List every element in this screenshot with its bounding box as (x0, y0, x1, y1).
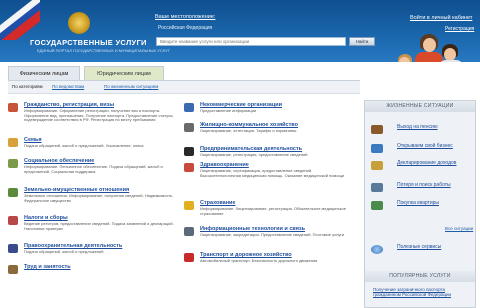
business-icon (184, 147, 194, 156)
police-icon (8, 244, 18, 253)
popular-services-heading: ПОПУЛЯРНЫЕ УСЛУГИ (365, 271, 475, 282)
insurance-icon (184, 201, 194, 210)
passport-icon (8, 103, 18, 112)
sort-by-life-situations[interactable]: По жизненным ситуациям (104, 84, 158, 89)
login-link[interactable]: Войти в личный кабинет (410, 15, 472, 21)
job-search-icon (371, 183, 383, 192)
russian-flag-icon (0, 0, 40, 40)
sort-by-agency[interactable]: По ведомствам (52, 84, 84, 89)
sidebar: ЖИЗНЕННЫЕ СИТУАЦИИ Выход на пенсию Откры… (364, 100, 476, 308)
it-icon (184, 227, 194, 236)
tab-legal-entities[interactable]: Юридическим лицам (84, 66, 164, 80)
tab-individuals[interactable]: Физическим лицам (8, 66, 80, 80)
housing-icon (184, 123, 194, 132)
location-link[interactable]: Ваше местоположение: (155, 14, 215, 20)
ngo-icon (184, 103, 194, 112)
family-icon (8, 138, 18, 147)
sort-bar: По категориям По ведомствам По жизненным… (8, 80, 360, 94)
life-situations-heading: ЖИЗНЕННЫЕ СИТУАЦИИ (365, 101, 475, 112)
taxes-icon (8, 216, 18, 225)
land-icon (8, 188, 18, 197)
location-value: Российская Федерация (158, 25, 213, 31)
popular-service-link[interactable]: Получение заграничного паспорта граждани… (373, 287, 469, 297)
sort-by-category[interactable]: По категориям (12, 84, 43, 89)
social-icon (8, 159, 18, 168)
search-input[interactable] (156, 37, 346, 46)
declaration-icon (371, 161, 383, 170)
coat-of-arms-icon (68, 12, 90, 34)
portal-subtitle: ЕДИНЫЙ ПОРТАЛ ГОСУДАРСТВЕННЫХ И МУНИЦИПА… (37, 48, 170, 53)
health-icon (184, 163, 194, 172)
apartment-icon (371, 201, 383, 210)
all-situations-link[interactable]: Все ситуации (445, 226, 473, 231)
globe-icon (371, 245, 383, 254)
pension-icon (371, 125, 383, 134)
transport-icon (184, 253, 194, 262)
portal-title[interactable]: ГОСУДАРСТВЕННЫЕ УСЛУГИ (30, 38, 147, 47)
work-icon (8, 265, 18, 274)
category-list: Гражданство, регистрация, визы Информиро… (8, 102, 360, 308)
category-item[interactable]: Гражданство, регистрация, визы Информиро… (8, 102, 174, 130)
business-start-icon (371, 144, 383, 153)
search-button[interactable]: Найти (349, 37, 375, 46)
